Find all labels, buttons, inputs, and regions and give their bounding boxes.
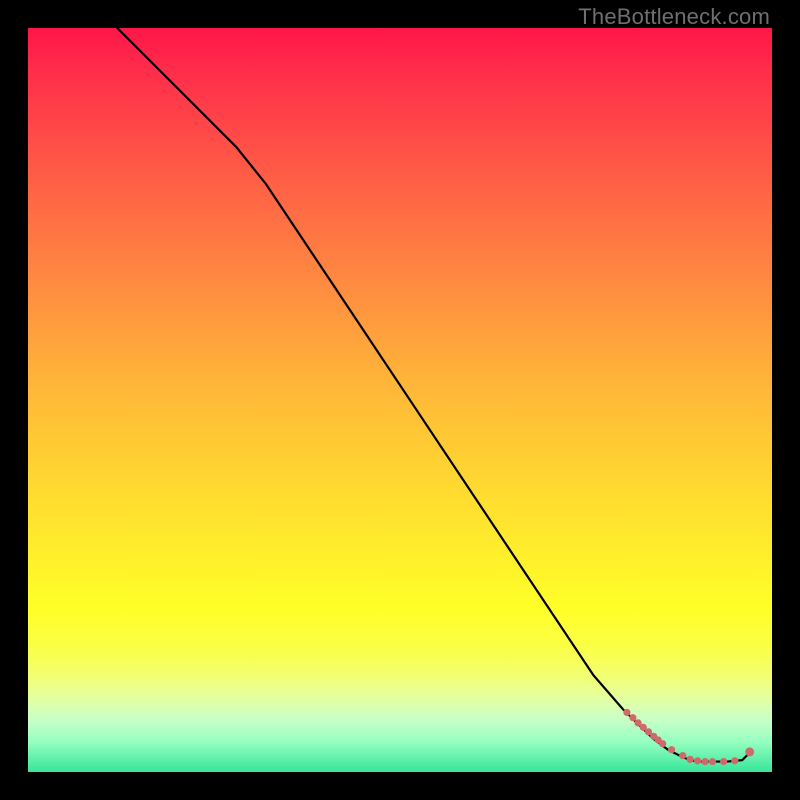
series-dot (687, 756, 694, 763)
series-dot (679, 752, 686, 759)
series-dot (668, 746, 675, 753)
series-dot (745, 747, 754, 756)
series-dot (694, 757, 701, 764)
series-dot (701, 758, 708, 765)
series-dot (623, 709, 630, 716)
series-dot (720, 758, 727, 765)
series-curve (117, 28, 749, 762)
chart-overlay (0, 0, 800, 800)
series-dot (659, 740, 666, 747)
series-dot (731, 757, 738, 764)
chart-frame: TheBottleneck.com (0, 0, 800, 800)
series-dot (709, 758, 716, 765)
series-dot (629, 714, 636, 721)
